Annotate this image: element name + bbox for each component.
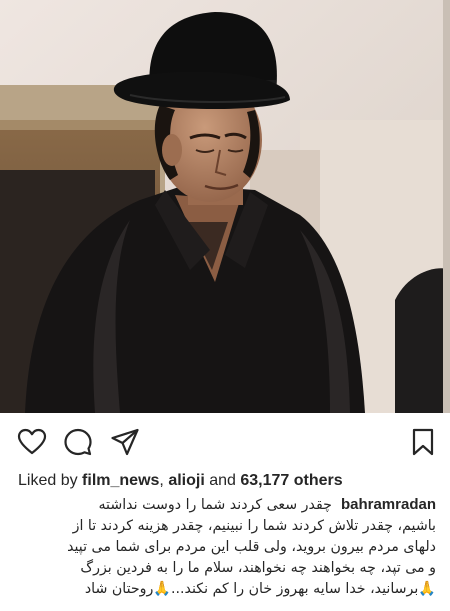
bookmark-icon[interactable] [408,427,438,457]
likes-prefix: Liked by [18,472,78,489]
likes-and: and [209,472,236,489]
caption-text: چقدر سعی کردند شما را دوست نداشته [98,497,332,513]
post-photo[interactable] [0,0,450,413]
heart-icon[interactable] [17,427,47,457]
post-image [0,0,450,413]
post-action-bar [0,413,450,469]
caption-line: دلهای مردم بیرون بروید، ولی قلب این مردم… [67,539,436,555]
likes-count-link[interactable]: 63,177 others [240,472,342,489]
caption-line: و می تپد، چه بخواهند چه نخواهند، سلام ما… [80,560,436,576]
share-icon[interactable] [110,427,140,457]
caption-line: bahramradan چقدر سعی کردند شما را دوست ن… [14,494,436,516]
caption-line: 🙏برسانید، خدا سایه بهروز خان را کم نکند.… [84,581,436,597]
instagram-post: Liked by film_news, alioji and 63,177 ot… [0,0,450,611]
post-caption: bahramradan چقدر سعی کردند شما را دوست ن… [14,494,436,600]
likes-separator: , [159,472,164,489]
caption-line: باشیم، چقدر تلاش کردند شما را نبینیم، چق… [72,518,436,534]
caption-username-link[interactable]: bahramradan [341,496,436,513]
likes-summary: Liked by film_news, alioji and 63,177 ot… [18,471,343,491]
liked-by-user-link[interactable]: film_news [82,472,159,489]
comment-icon[interactable] [63,427,93,457]
liked-by-user-link[interactable]: alioji [168,472,204,489]
